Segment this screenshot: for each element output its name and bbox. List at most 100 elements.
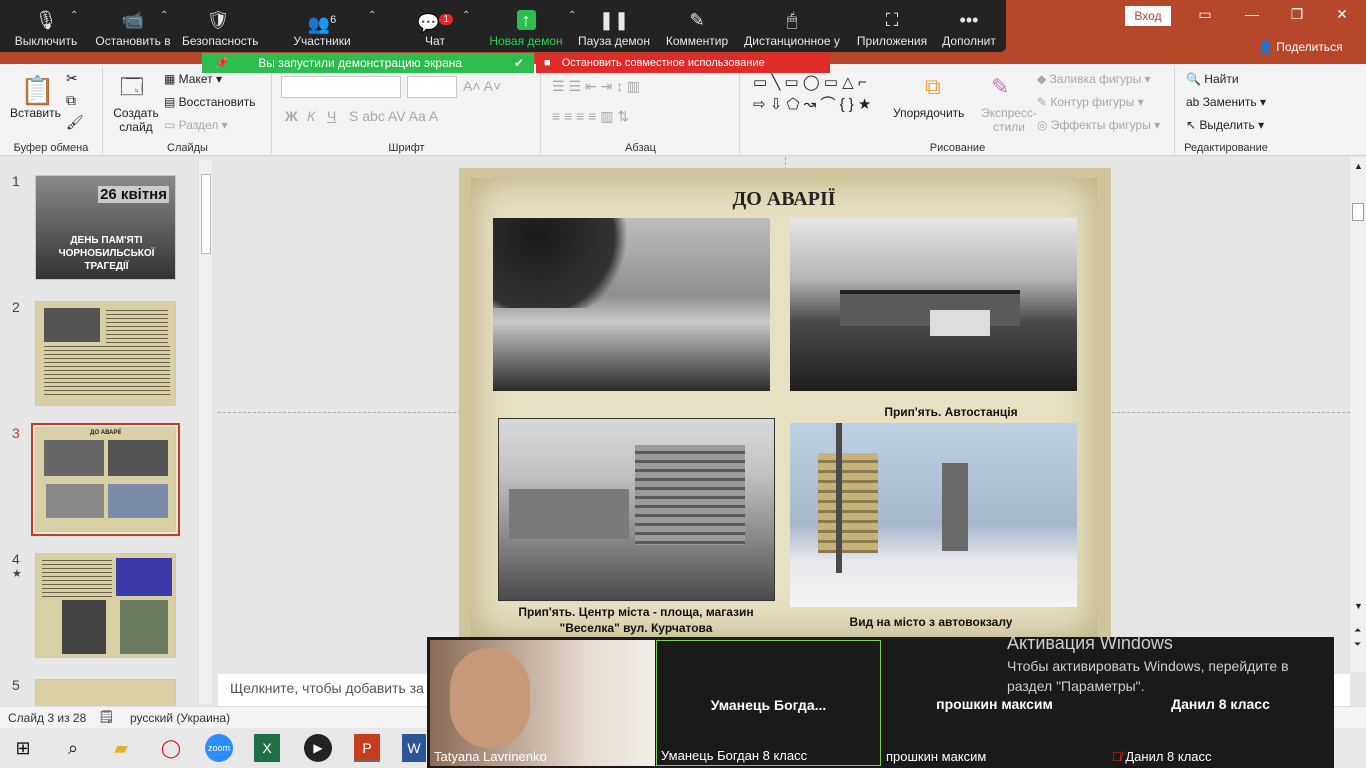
arrange-button[interactable]: Упорядочить — [893, 106, 964, 120]
mute-button[interactable]: 🎙 Выключить — [8, 0, 84, 52]
cut-icon[interactable]: ✂ — [66, 70, 78, 87]
opera-icon[interactable]: ◯ — [156, 734, 186, 762]
apps-button[interactable]: ⛶ Приложения — [852, 0, 932, 52]
security-button[interactable]: 🛡 Безопасность — [182, 0, 259, 52]
copy-icon[interactable]: ⧉ — [66, 92, 76, 109]
slide-thumbnail-5[interactable] — [35, 679, 176, 707]
photo-city-center[interactable] — [498, 418, 775, 601]
underline-icon[interactable]: Ч — [327, 108, 336, 124]
scroll-down-icon[interactable]: ▼ — [1354, 601, 1363, 611]
excel-icon[interactable]: X — [254, 734, 280, 762]
shadow-icon[interactable]: S abc AV Aa A — [349, 108, 438, 124]
windows-activation-watermark: Активация Windows Чтобы активировать Win… — [1007, 633, 1337, 696]
thumbnail-scrollbar[interactable] — [198, 160, 212, 704]
replace-button[interactable]: ab Заменить ▾ — [1186, 95, 1266, 109]
video-caret-icon[interactable]: ⌃ — [160, 10, 168, 21]
stop-share-button[interactable]: ■ Остановить совместное использование — [536, 53, 830, 73]
new-slide-icon[interactable]: 🗔 — [120, 70, 144, 108]
shapes-gallery[interactable]: ▭ ╲ ▭ ◯ ▭ △ ⌐ ⇨ ⇩ ⬠ ↝ ⌒ { } ★ — [753, 72, 877, 116]
bold-icon[interactable]: Ж — [285, 108, 298, 124]
new-share-button[interactable]: ↑ Новая демон — [486, 0, 566, 52]
thumb-3-photo — [108, 440, 168, 476]
scrollbar-handle[interactable] — [1352, 203, 1364, 221]
mute-caret-icon[interactable]: ⌃ — [70, 10, 78, 21]
participants-button[interactable]: 👥6 Участники — [282, 0, 362, 52]
prev-slide-icon[interactable]: ⏶ — [1354, 625, 1361, 636]
scrollbar-handle[interactable] — [201, 174, 211, 254]
group-drawing: ▭ ╲ ▭ ◯ ▭ △ ⌐ ⇨ ⇩ ⬠ ↝ ⌒ { } ★ ⧉ Упорядоч… — [741, 66, 1175, 154]
reset-label: Восстановить — [178, 95, 256, 109]
photo-city-view[interactable] — [790, 423, 1077, 607]
powerpoint-icon[interactable]: P — [354, 734, 380, 762]
next-slide-icon[interactable]: ⏷ — [1354, 639, 1361, 650]
video-button[interactable]: 📹 Остановить в — [90, 0, 176, 52]
stop-icon: ■ — [544, 57, 551, 69]
bullets-icon[interactable]: ☰ ☰ ⇤ ⇥ ↕ ▥ — [552, 78, 640, 95]
language-indicator[interactable]: русский (Украина) — [130, 711, 230, 725]
participant-tile[interactable]: Tatyana Lavrinenko — [430, 640, 655, 766]
pause-share-button[interactable]: ❚❚ Пауза демон — [576, 0, 652, 52]
shape-outline-label: Контур фигуры — [1050, 95, 1135, 109]
search-icon[interactable]: ⌕ — [58, 734, 88, 762]
reset-button[interactable]: ▤ Восстановить — [164, 95, 256, 109]
minimize-icon[interactable]: — — [1240, 6, 1264, 26]
share-button[interactable]: 👤 Поделиться — [1258, 40, 1343, 54]
participant-tile[interactable]: Уманець Богда... Уманець Богдан 8 класс — [656, 640, 881, 766]
spellcheck-icon[interactable]: 🗒 — [98, 709, 115, 725]
photo-river[interactable] — [493, 218, 770, 391]
ribbon-display-icon[interactable]: ▭ — [1193, 6, 1217, 26]
font-size-select[interactable] — [407, 76, 457, 98]
arrange-icon[interactable]: ⧉ — [925, 74, 941, 100]
slide-vertical-scrollbar[interactable]: ▲ ▼ ⏶ ⏷ — [1350, 157, 1366, 672]
zoom-icon[interactable]: zoom — [205, 734, 233, 762]
current-slide[interactable]: ДО АВАРІЇ Прип'ять. Автостанція Прип'ять… — [459, 168, 1111, 638]
section-label: Раздел — [178, 118, 219, 132]
layout-button[interactable]: ▦ Макет ▾ — [164, 72, 222, 86]
remote-control-button[interactable]: 🖱 Дистанционное у — [740, 0, 844, 52]
slide-thumbnail-4[interactable] — [35, 553, 176, 658]
signin-button[interactable]: Вход — [1125, 6, 1171, 26]
slide-thumbnail-3[interactable]: ДО АВАРІЇ — [31, 423, 180, 536]
thumb-4-photo — [116, 558, 172, 596]
pen-icon: ✎ — [689, 10, 705, 30]
participant-face-shape — [450, 648, 530, 748]
photo-bus-station[interactable] — [790, 218, 1077, 391]
grow-font-icon[interactable]: A˄ A˅ — [463, 78, 501, 94]
section-button[interactable]: ▭ Раздел ▾ — [164, 118, 228, 132]
shape-fill-button[interactable]: ◆ Заливка фигуры ▾ — [1037, 72, 1151, 86]
close-icon[interactable]: ✕ — [1330, 6, 1354, 26]
participant-label: прошкин максим — [886, 749, 987, 764]
find-button[interactable]: 🔍 Найти — [1186, 72, 1239, 86]
windows-start-icon[interactable]: ⊞ — [8, 734, 38, 762]
slide-thumbnail-1[interactable]: 26 квітня ДЕНЬ ПАМ'ЯТІ ЧОРНОБИЛЬСЬКОЇ ТР… — [35, 175, 176, 280]
paste-button[interactable]: Вставить — [10, 106, 61, 120]
restore-icon[interactable]: ❐ — [1285, 6, 1309, 26]
person-icon: 👤 — [1258, 40, 1273, 54]
participants-caret-icon[interactable]: ⌃ — [368, 10, 376, 21]
media-player-icon[interactable]: ▶ — [304, 734, 332, 762]
chat-caret-icon[interactable]: ⌃ — [462, 10, 470, 21]
shape-outline-button[interactable]: ✎ Контур фигуры ▾ — [1037, 95, 1144, 109]
quick-styles-button[interactable]: Экспресс-стили — [977, 106, 1041, 134]
slide-title: ДО АВАРІЇ — [732, 188, 836, 210]
more-button[interactable]: ••• Дополнит — [938, 0, 1000, 52]
select-label: Выделить — [1199, 118, 1255, 132]
chat-button[interactable]: 💬 1 Чат — [410, 0, 460, 52]
italic-icon[interactable]: К — [307, 108, 315, 124]
shape-effects-button[interactable]: ◎ Эффекты фигуры ▾ — [1037, 118, 1160, 132]
font-name-select[interactable] — [281, 76, 401, 98]
quick-styles-icon[interactable]: ✎ — [991, 74, 1009, 100]
scroll-up-icon[interactable]: ▲ — [1354, 161, 1363, 171]
shield-icon: 🛡 — [206, 10, 230, 30]
participant-name: прошкин максим — [936, 696, 1053, 712]
new-slide-button[interactable]: Создать слайд — [112, 106, 160, 134]
slide-thumbnail-2[interactable] — [35, 301, 176, 406]
align-icons[interactable]: ≡ ≡ ≡ ≡ ▥ ⇅ — [552, 108, 629, 125]
select-button[interactable]: ↖ Выделить ▾ — [1186, 118, 1264, 132]
participants-count: 6 — [330, 14, 337, 26]
annotate-button[interactable]: ✎ Комментир — [660, 0, 734, 52]
paste-icon[interactable]: 📋 — [20, 74, 55, 107]
word-icon[interactable]: W — [402, 734, 426, 762]
file-explorer-icon[interactable]: ▰ — [106, 734, 136, 762]
format-painter-icon[interactable]: 🖌 — [66, 114, 84, 131]
